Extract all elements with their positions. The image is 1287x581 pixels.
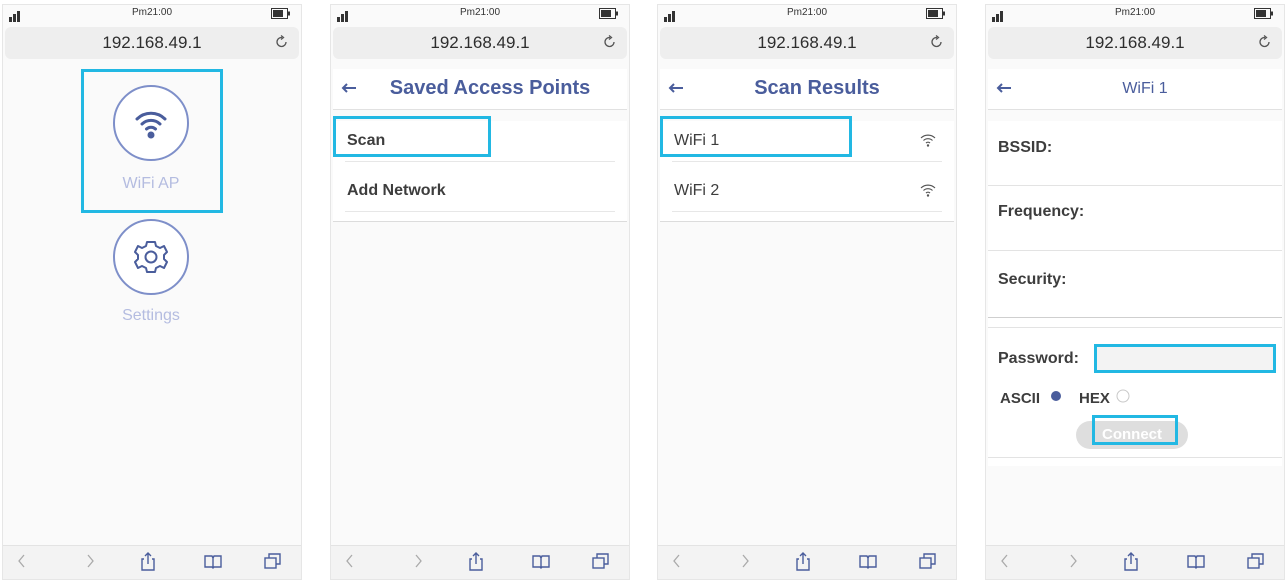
battery-icon: [926, 8, 945, 19]
browser-toolbar: [986, 545, 1284, 579]
page-header: Scan Results: [660, 69, 954, 110]
bookmarks-icon[interactable]: [203, 552, 223, 570]
divider: [988, 327, 1282, 328]
status-bar: Pm21:00: [3, 5, 301, 27]
hex-label[interactable]: HEX: [1079, 390, 1110, 407]
bookmarks-icon[interactable]: [531, 552, 551, 570]
wifi-signal-icon: [920, 184, 936, 197]
page-title: Saved Access Points: [389, 77, 591, 99]
status-time: Pm21:00: [131, 7, 173, 18]
battery-icon: [599, 8, 618, 19]
reload-icon[interactable]: [275, 35, 289, 49]
tabs-icon[interactable]: [591, 552, 611, 570]
share-icon[interactable]: [139, 552, 157, 572]
browser-toolbar: [658, 545, 956, 579]
address-bar[interactable]: 192.168.49.1: [988, 27, 1282, 59]
bookmarks-icon[interactable]: [1186, 552, 1206, 570]
status-bar: Pm21:00: [986, 5, 1284, 27]
page-header: WiFi 1: [988, 69, 1282, 110]
ascii-label[interactable]: ASCII: [1000, 390, 1040, 407]
list-item-wifi-2[interactable]: WiFi 2: [672, 171, 942, 212]
phone-screen-scan-results: Pm21:00 192.168.49.1 Scan Results WiFi 1…: [657, 4, 957, 580]
settings-label[interactable]: Settings: [91, 307, 211, 325]
browser-toolbar: [331, 545, 629, 579]
url-text: 192.168.49.1: [1085, 33, 1185, 52]
connect-highlight: [1092, 415, 1178, 445]
status-time: Pm21:00: [786, 7, 828, 18]
frequency-label: Frequency:: [998, 203, 1085, 220]
phone-screen-wifi-detail: Pm21:00 192.168.49.1 WiFi 1 BSSID: Frequ…: [985, 4, 1285, 580]
forward-nav-icon[interactable]: [1066, 552, 1080, 570]
password-label: Password:: [998, 350, 1079, 367]
share-icon[interactable]: [794, 552, 812, 572]
back-nav-icon[interactable]: [343, 552, 357, 570]
page-title: WiFi 1: [1122, 80, 1168, 97]
divider: [988, 317, 1282, 318]
bssid-label: BSSID:: [998, 139, 1053, 156]
tabs-icon[interactable]: [263, 552, 283, 570]
battery-icon: [1254, 8, 1273, 19]
status-time: Pm21:00: [1114, 7, 1156, 18]
url-text: 192.168.49.1: [102, 33, 202, 52]
divider: [988, 250, 1282, 251]
status-bar: Pm21:00: [331, 5, 629, 27]
scan-highlight: [333, 116, 491, 157]
back-arrow-icon[interactable]: [996, 81, 1012, 95]
phone-screen-home: Pm21:00 192.168.49.1 WiFi AP Settings: [2, 4, 302, 580]
address-bar[interactable]: 192.168.49.1: [333, 27, 627, 59]
wifi-ap-highlight: [81, 69, 223, 213]
wifi-signal-icon: [920, 134, 936, 147]
back-nav-icon[interactable]: [670, 552, 684, 570]
reload-icon[interactable]: [930, 35, 944, 49]
hex-radio[interactable]: [1116, 389, 1130, 403]
back-nav-icon[interactable]: [998, 552, 1012, 570]
settings-circle[interactable]: [113, 219, 189, 295]
list-item-label: WiFi 2: [674, 182, 720, 199]
share-icon[interactable]: [1122, 552, 1140, 572]
forward-nav-icon[interactable]: [738, 552, 752, 570]
divider: [988, 185, 1282, 186]
back-arrow-icon[interactable]: [341, 81, 357, 95]
tabs-icon[interactable]: [1246, 552, 1266, 570]
page-title: Scan Results: [754, 77, 880, 99]
back-nav-icon[interactable]: [15, 552, 29, 570]
reload-icon[interactable]: [603, 35, 617, 49]
share-icon[interactable]: [467, 552, 485, 572]
divider: [988, 457, 1282, 458]
password-field[interactable]: [1094, 344, 1276, 373]
back-arrow-icon[interactable]: [668, 81, 684, 95]
list-item-label: Add Network: [347, 182, 446, 199]
forward-nav-icon[interactable]: [411, 552, 425, 570]
bookmarks-icon[interactable]: [858, 552, 878, 570]
tabs-icon[interactable]: [918, 552, 938, 570]
status-time: Pm21:00: [459, 7, 501, 18]
forward-nav-icon[interactable]: [83, 552, 97, 570]
wifi-1-highlight: [660, 116, 852, 157]
gear-icon: [134, 241, 168, 273]
address-bar[interactable]: 192.168.49.1: [5, 27, 299, 59]
url-text: 192.168.49.1: [430, 33, 530, 52]
phone-screen-saved-access-points: Pm21:00 192.168.49.1 Saved Access Points…: [330, 4, 630, 580]
list-item-add-network[interactable]: Add Network: [345, 171, 615, 212]
battery-icon: [271, 8, 290, 19]
status-bar: Pm21:00: [658, 5, 956, 27]
address-bar[interactable]: 192.168.49.1: [660, 27, 954, 59]
security-label: Security:: [998, 271, 1067, 288]
page-header: Saved Access Points: [333, 69, 627, 110]
browser-toolbar: [3, 545, 301, 579]
url-text: 192.168.49.1: [757, 33, 857, 52]
reload-icon[interactable]: [1258, 35, 1272, 49]
ascii-radio[interactable]: [1050, 390, 1062, 402]
